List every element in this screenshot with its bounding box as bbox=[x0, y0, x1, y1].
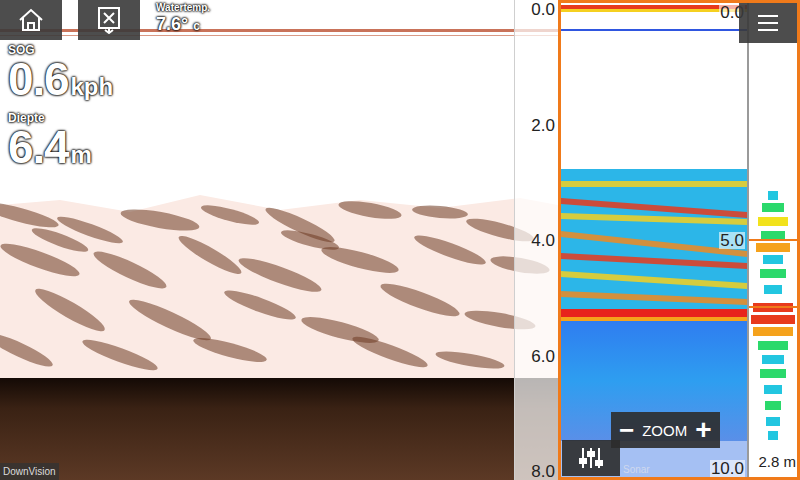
readouts: SOG0.6kph Diepte6.4m bbox=[8, 44, 113, 170]
sonar-panel: 0.05.010.0−ZOOM+Sonar bbox=[561, 3, 747, 477]
zoom-control: −ZOOM+ bbox=[611, 412, 720, 448]
menu-icon bbox=[757, 14, 779, 32]
zoom-in-button[interactable]: + bbox=[693, 416, 713, 444]
sonar-title: Sonar bbox=[623, 465, 650, 475]
home-button[interactable] bbox=[0, 0, 62, 40]
zoom-label: ZOOM bbox=[642, 423, 687, 438]
depth-tick: 0.0 bbox=[531, 1, 555, 18]
ascope-panel: 2.8 m bbox=[747, 3, 797, 477]
depth-tick: 2.0 bbox=[531, 117, 555, 134]
downvision-panel: Watertemp.7.6° c SOG0.6kph Diepte6.4m 0.0 2.… bbox=[0, 0, 558, 480]
top-overlay: Watertemp.7.6° c bbox=[0, 0, 210, 40]
ascope-range: 2.8 m bbox=[758, 454, 796, 469]
depth-tick: 4.0 bbox=[531, 232, 555, 249]
depth-tick: 6.0 bbox=[531, 348, 555, 365]
home-icon bbox=[18, 8, 44, 32]
water-temp: Watertemp.7.6° c bbox=[156, 0, 210, 36]
menu-button[interactable] bbox=[739, 3, 797, 43]
waypoint-button[interactable] bbox=[78, 0, 140, 40]
depth-label: Diepte bbox=[8, 112, 113, 124]
settings-button[interactable] bbox=[562, 440, 620, 476]
sonar-depth-tick: 10.0 bbox=[710, 460, 745, 477]
downvision-title: DownVision bbox=[0, 463, 59, 480]
waypoint-icon bbox=[96, 6, 122, 34]
depth-value: 6.4m bbox=[8, 124, 113, 170]
sonar-depth-tick: 5.0 bbox=[719, 232, 745, 249]
downvision-image bbox=[0, 0, 558, 480]
sonar-frame: 0.05.010.0−ZOOM+Sonar2.8 m bbox=[558, 0, 800, 480]
sonar-screen: Watertemp.7.6° c SOG0.6kph Diepte6.4m 0.0 2.… bbox=[0, 0, 800, 480]
sog-label: SOG bbox=[8, 44, 113, 56]
depth-tick: 8.0 bbox=[531, 463, 555, 480]
depth-scale: 0.0 2.0 4.0 6.0 8.0 bbox=[514, 0, 558, 480]
sog-value: 0.6kph bbox=[8, 56, 113, 102]
sliders-icon bbox=[578, 446, 604, 470]
sonar-scale: 0.05.010.0 bbox=[710, 3, 745, 477]
ascope-image bbox=[749, 3, 797, 477]
